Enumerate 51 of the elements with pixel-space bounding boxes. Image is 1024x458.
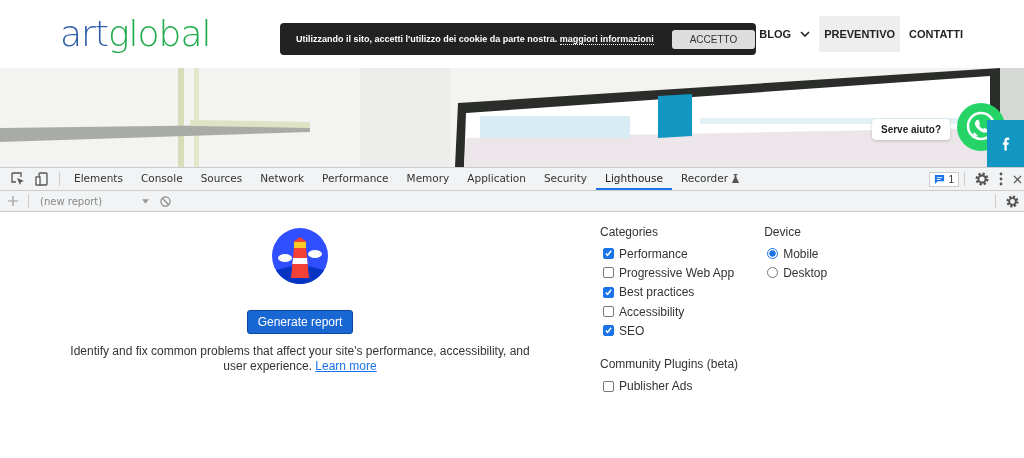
device-radio[interactable]: Mobile	[767, 244, 828, 264]
message-icon	[934, 173, 946, 185]
help-bubble[interactable]: Serve aiuto?	[872, 119, 951, 140]
dropdown-arrow-icon	[142, 198, 150, 204]
learn-more-link[interactable]: Learn more	[315, 359, 377, 373]
devtools-tab[interactable]: Application	[458, 168, 535, 190]
category-checkbox[interactable]: SEO	[603, 321, 735, 341]
more-icon[interactable]	[999, 172, 1003, 186]
devtools-tab[interactable]: Recorder	[671, 168, 749, 190]
settings-icon[interactable]	[975, 172, 989, 186]
category-checkbox[interactable]: Accessibility	[603, 301, 735, 322]
category-checkbox[interactable]: Progressive Web App	[603, 263, 735, 283]
device-radio[interactable]: Desktop	[767, 263, 828, 283]
lighthouse-icon	[272, 228, 328, 284]
checkbox[interactable]	[603, 248, 614, 260]
devtools-tab[interactable]: Memory	[397, 168, 459, 190]
site-logo[interactable]: artglobal	[60, 16, 211, 52]
inspect-icon[interactable]	[11, 172, 25, 186]
category-checkbox[interactable]: Best practices	[603, 282, 735, 302]
checkbox[interactable]	[603, 325, 614, 337]
settings-icon[interactable]	[1006, 194, 1019, 208]
category-checkbox[interactable]: Performance	[603, 244, 735, 264]
plugin-checkbox[interactable]: Publisher Ads	[603, 376, 828, 396]
close-icon[interactable]	[1013, 174, 1022, 184]
section-title: Categories	[600, 225, 660, 239]
clear-icon[interactable]	[160, 195, 172, 207]
device-icon[interactable]	[35, 172, 49, 186]
devtools-tab[interactable]: Sources	[191, 168, 252, 190]
more-info-link[interactable]: maggiori informazioni	[559, 34, 654, 45]
accept-button[interactable]: ACCETTO	[671, 29, 756, 49]
flask-icon	[731, 173, 740, 183]
devtools-tab[interactable]: Performance	[313, 168, 398, 190]
checkbox[interactable]	[603, 267, 614, 279]
description-text: Identify and fix common problems that affect your site's performance, accessibility, and user experience. Learn more	[69, 344, 531, 374]
devtools-tab[interactable]: Console	[131, 168, 192, 190]
cookie-message: Utilizzando il sito, accetti l'utilizzo dei cookie da parte nostra. maggiori informazioni	[296, 34, 654, 44]
devtools-tab[interactable]: Network	[251, 168, 314, 190]
nav-link[interactable]: BLOG	[754, 16, 816, 52]
radio[interactable]	[767, 248, 779, 260]
nav-link[interactable]: CONTATTI	[904, 16, 968, 52]
section-title: Community Plugins (beta)	[600, 357, 740, 372]
checkbox[interactable]	[603, 306, 614, 318]
issues-button[interactable]: 1	[929, 171, 959, 187]
devtools-tab[interactable]: Security	[534, 168, 597, 190]
checkbox[interactable]	[603, 380, 614, 392]
section-title: Device	[764, 225, 802, 239]
nav-link[interactable]: PREVENTIVO	[819, 16, 901, 52]
devtools-tab[interactable]: Elements	[65, 168, 132, 190]
generate-report-button[interactable]: Generate report	[246, 310, 354, 334]
checkbox[interactable]	[603, 286, 614, 298]
facebook-icon	[1001, 136, 1010, 151]
